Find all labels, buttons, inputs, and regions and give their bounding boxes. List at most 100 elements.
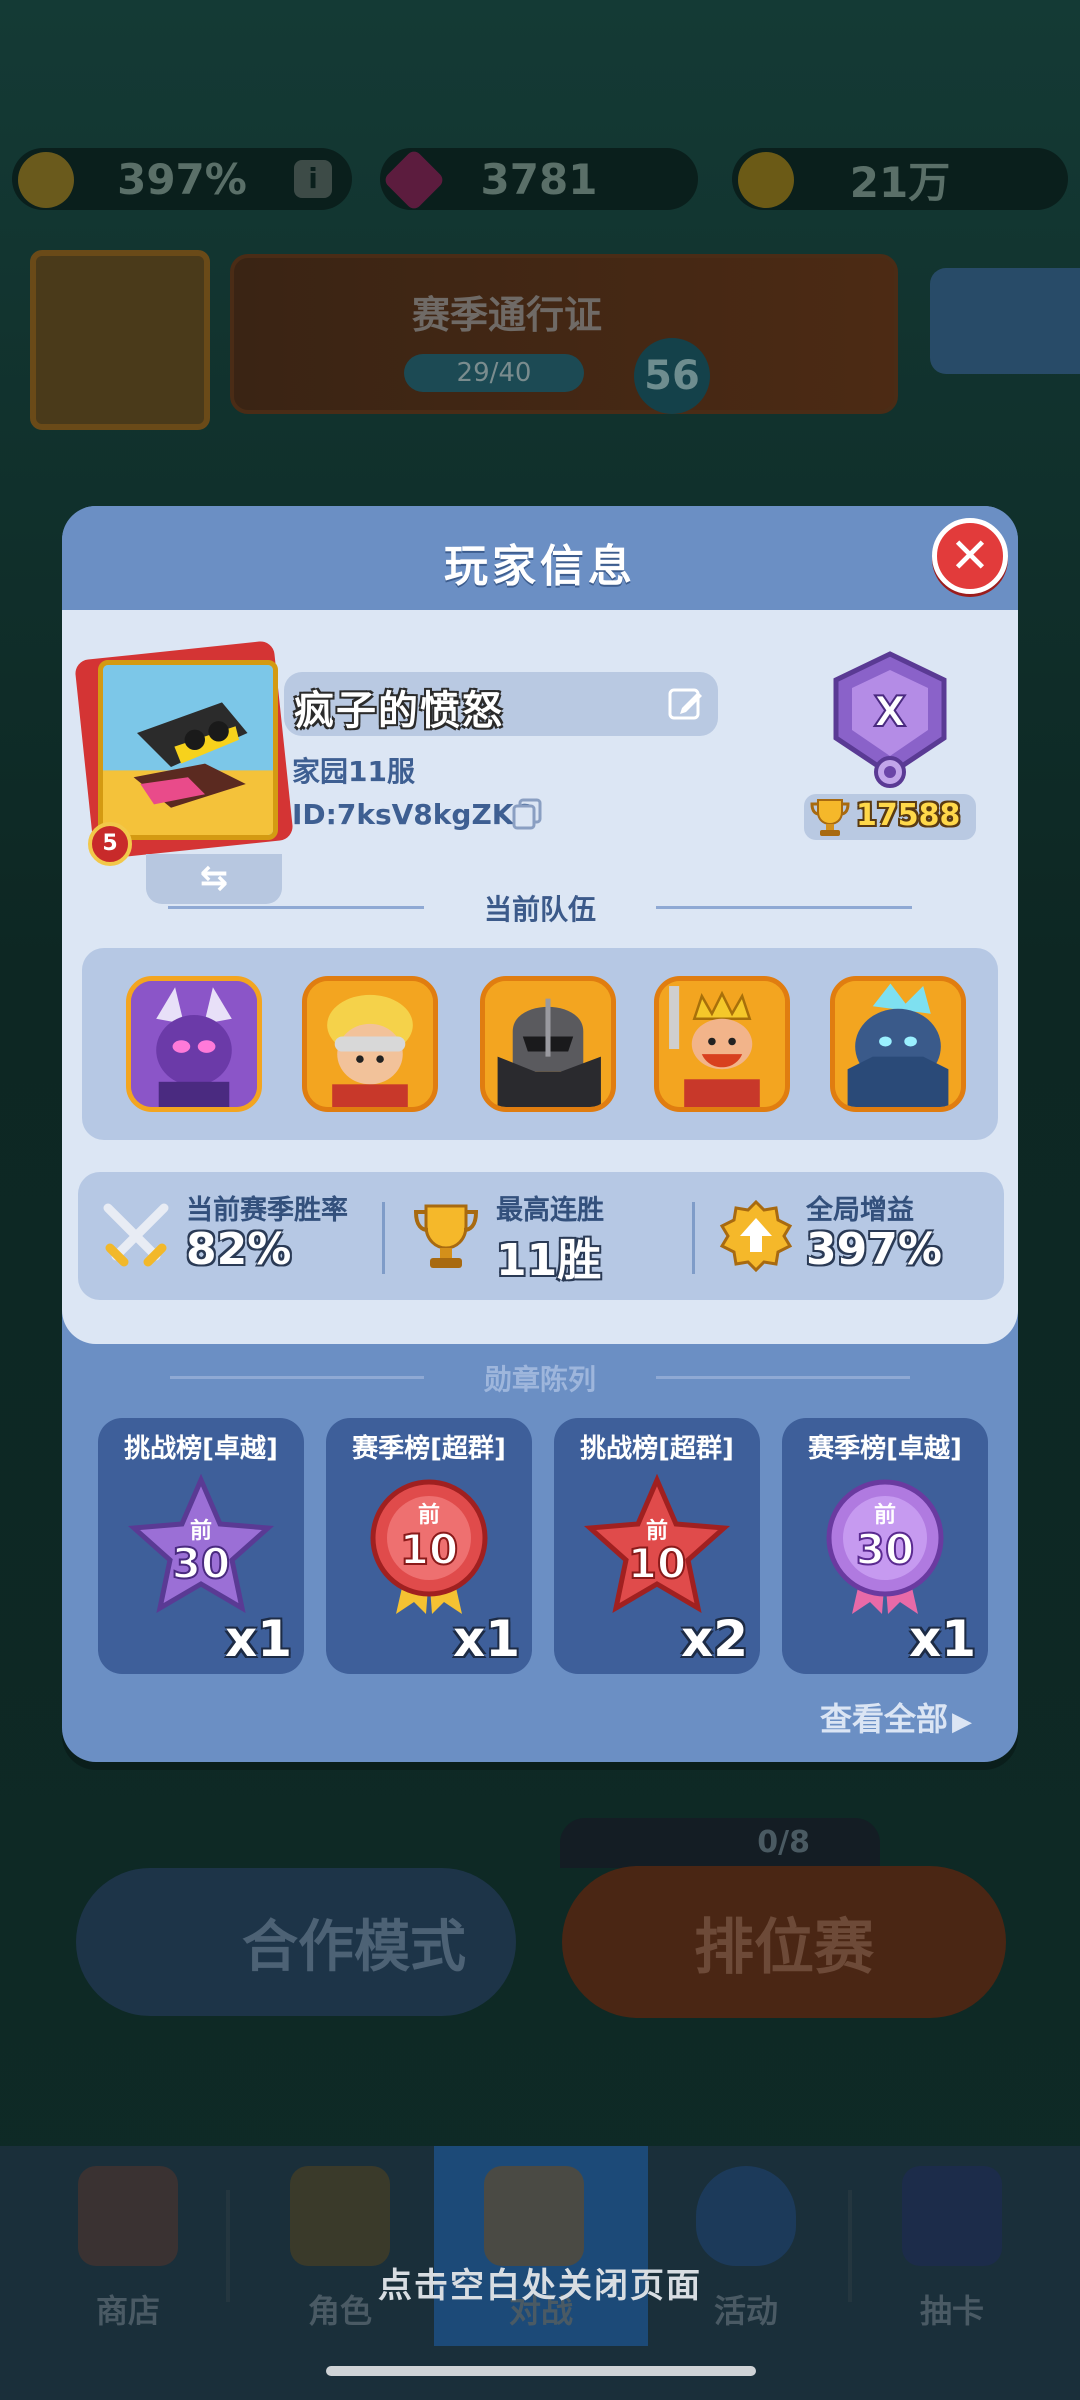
trophy-count: 17588 bbox=[856, 798, 961, 833]
medal-rank: 10 bbox=[628, 1539, 686, 1588]
close-icon: ✕ bbox=[949, 528, 991, 584]
stat-max-streak: 最高连胜 11胜 bbox=[388, 1172, 688, 1300]
hero-purple-horned[interactable] bbox=[126, 976, 262, 1112]
shop-icon bbox=[78, 2166, 178, 2266]
season-pass-title: 赛季通行证 bbox=[412, 293, 603, 337]
stat-value: 82% bbox=[186, 1224, 292, 1275]
divider-line bbox=[656, 906, 912, 909]
stat-label: 全局增益 bbox=[806, 1195, 914, 1226]
stat-divider bbox=[692, 1202, 695, 1274]
menu-button[interactable] bbox=[930, 268, 1080, 374]
medal-card[interactable]: 挑战榜[超群] 前 10 x2 bbox=[554, 1418, 760, 1674]
medal-count: x1 bbox=[224, 1610, 292, 1668]
nav-gacha[interactable]: 抽卡 bbox=[852, 2146, 1052, 2346]
star-medal-icon: 前 30 bbox=[128, 1474, 274, 1614]
ranked-mode-label: 排位赛 bbox=[694, 1912, 874, 1983]
info-icon[interactable]: i bbox=[294, 160, 332, 198]
nav-activity[interactable]: 活动 bbox=[646, 2146, 846, 2346]
coin-icon bbox=[738, 152, 794, 208]
boost-resource[interactable]: 397% i bbox=[12, 148, 352, 210]
medal-rank: 30 bbox=[172, 1539, 230, 1588]
player-id: ID:7ksV8kgZK6 bbox=[292, 798, 533, 831]
medal-card[interactable]: 挑战榜[卓越] 前 30 x1 bbox=[98, 1418, 304, 1674]
boost-value: 397% bbox=[117, 154, 247, 204]
lobby-avatar[interactable] bbox=[30, 250, 210, 430]
trophy-icon bbox=[810, 799, 850, 836]
ranked-mode-button[interactable]: 排位赛 bbox=[562, 1866, 1006, 2018]
nav-role[interactable]: 角色 bbox=[240, 2146, 440, 2346]
modal-header: 玩家信息 ✕ bbox=[62, 506, 1018, 612]
play-arrow-icon: ▶ bbox=[952, 1707, 972, 1737]
medal-count: x1 bbox=[452, 1610, 520, 1668]
stat-divider bbox=[382, 1202, 385, 1274]
close-hint[interactable]: 点击空白处关闭页面 bbox=[0, 2258, 1080, 2307]
name-box[interactable]: 疯子的愤怒 bbox=[284, 672, 718, 736]
copy-icon[interactable] bbox=[510, 796, 546, 832]
player-name: 疯子的愤怒 bbox=[294, 688, 504, 734]
player-avatar[interactable]: 5 ⇆ bbox=[74, 640, 294, 904]
modal-title: 玩家信息 bbox=[444, 541, 636, 592]
season-pass-banner[interactable]: 赛季通行证 29/40 56 bbox=[230, 254, 898, 414]
boost-badge-icon bbox=[719, 1199, 793, 1273]
crossed-swords-icon bbox=[103, 1203, 169, 1267]
medal-name: 挑战榜[超群] bbox=[580, 1434, 734, 1464]
home-indicator[interactable] bbox=[326, 2366, 756, 2376]
medal-name: 赛季榜[超群] bbox=[352, 1434, 506, 1464]
stat-win-rate: 当前赛季胜率 82% bbox=[78, 1172, 378, 1300]
player-level-badge: 5 bbox=[88, 822, 132, 866]
edit-icon[interactable] bbox=[666, 684, 706, 724]
close-button[interactable]: ✕ bbox=[932, 518, 1008, 594]
trophy-box: 17588 bbox=[804, 794, 976, 840]
hero-crowned-king[interactable] bbox=[654, 976, 790, 1112]
star-medal-icon: 前 10 bbox=[584, 1474, 730, 1614]
medal-rank: 30 bbox=[856, 1525, 914, 1574]
hero-ice-golem[interactable] bbox=[830, 976, 966, 1112]
coop-mode-button[interactable]: 合作模式 bbox=[76, 1868, 516, 2016]
medal-card[interactable]: 赛季榜[卓越] 前 30 x1 bbox=[782, 1418, 988, 1674]
medal-count: x1 bbox=[908, 1610, 976, 1668]
season-pass-progress: 29/40 bbox=[404, 354, 584, 392]
boost-icon bbox=[18, 152, 74, 208]
gem-icon bbox=[382, 148, 446, 212]
stats-row: 当前赛季胜率 82% 最高连胜 11胜 全局增益 397% bbox=[78, 1172, 1004, 1300]
svg-text:X: X bbox=[874, 687, 906, 736]
avatar-image bbox=[98, 660, 278, 840]
nav-shop[interactable]: 商店 bbox=[28, 2146, 228, 2346]
resource-bar: 397% i 3781 21万 bbox=[12, 148, 1068, 214]
season-pass-level: 56 bbox=[634, 338, 710, 414]
stat-global-boost: 全局增益 397% bbox=[698, 1172, 998, 1300]
role-icon bbox=[290, 2166, 390, 2266]
hero-blonde-goggles[interactable] bbox=[302, 976, 438, 1112]
coin-resource[interactable]: 21万 bbox=[732, 148, 1068, 210]
player-info-modal: 玩家信息 ✕ 5 ⇆ 疯子的愤怒 家园11服 ID:7ksV8kgZK6 X 1… bbox=[62, 506, 1018, 1762]
team-row bbox=[82, 948, 998, 1140]
medal-count: x2 bbox=[680, 1610, 748, 1668]
medal-card[interactable]: 赛季榜[超群] 前 10 x1 bbox=[326, 1418, 532, 1674]
stat-label: 最高连胜 bbox=[496, 1195, 604, 1226]
ribbon-medal-icon: 前 30 bbox=[826, 1479, 944, 1614]
coin-value: 21万 bbox=[849, 157, 951, 207]
stat-label: 当前赛季胜率 bbox=[186, 1195, 348, 1226]
player-server: 家园11服 bbox=[292, 755, 415, 788]
view-all-link[interactable]: 查看全部 ▶ bbox=[820, 1694, 972, 1740]
star-shield-icon bbox=[696, 2166, 796, 2266]
divider-line bbox=[656, 1376, 910, 1379]
mystery-card-icon bbox=[902, 2166, 1002, 2266]
gem-value: 3781 bbox=[480, 154, 598, 204]
ribbon-medal-icon: 前 10 bbox=[370, 1479, 488, 1614]
profile-panel: 5 ⇆ 疯子的愤怒 家园11服 ID:7ksV8kgZK6 X 17588 当前… bbox=[62, 610, 1018, 1344]
rank-emblem-icon[interactable]: X bbox=[822, 650, 958, 790]
medal-rank: 10 bbox=[400, 1525, 458, 1574]
crossed-swords-icon bbox=[484, 2166, 584, 2266]
stat-value: 11胜 bbox=[496, 1235, 602, 1286]
nav-battle[interactable]: 对战 bbox=[434, 2146, 648, 2346]
gem-resource[interactable]: 3781 bbox=[380, 148, 698, 212]
ranked-chest-progress: 0/8 bbox=[560, 1818, 880, 1868]
view-all-label: 查看全部 bbox=[819, 1700, 948, 1738]
medal-name: 挑战榜[卓越] bbox=[124, 1434, 278, 1464]
hero-dark-armored[interactable] bbox=[480, 976, 616, 1112]
medal-name: 赛季榜[卓越] bbox=[808, 1434, 962, 1464]
trophy-icon bbox=[413, 1204, 479, 1268]
coop-mode-label: 合作模式 bbox=[242, 1914, 466, 1980]
stat-value: 397% bbox=[806, 1224, 942, 1275]
